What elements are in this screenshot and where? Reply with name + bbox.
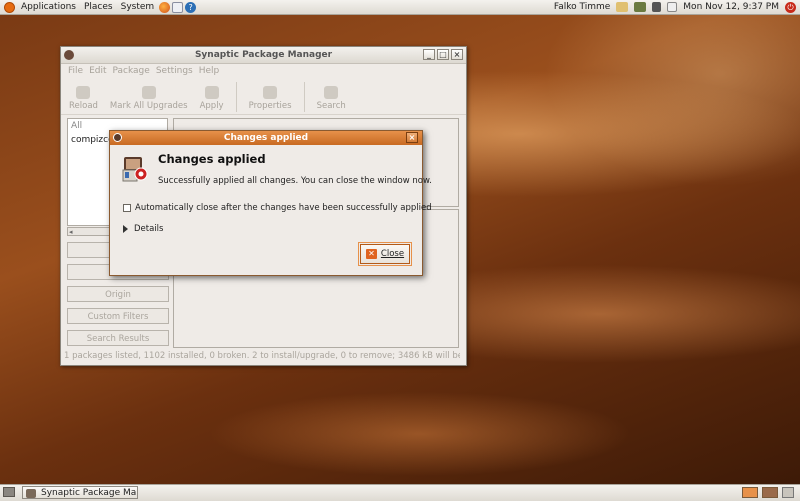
changes-applied-dialog: Changes applied × Changes applied Succes… <box>109 130 432 276</box>
dialog-title: Changes applied <box>223 133 309 143</box>
properties-icon <box>263 86 278 99</box>
mark-upgrades-icon <box>141 86 156 99</box>
mark-all-upgrades-label: Mark All Upgrades <box>109 101 188 111</box>
synaptic-app-icon[interactable] <box>64 50 74 60</box>
toolbar-separator <box>235 82 237 112</box>
minimize-button[interactable]: _ <box>423 49 435 60</box>
mark-all-upgrades-button[interactable]: Mark All Upgrades <box>110 86 188 114</box>
close-window-button[interactable]: × <box>451 49 463 60</box>
reload-button[interactable]: Reload <box>69 86 98 114</box>
toolbar-separator <box>303 82 305 112</box>
search-button[interactable]: Search <box>317 86 346 114</box>
details-label[interactable]: Details <box>134 224 163 234</box>
package-icon <box>122 157 148 182</box>
mail-tray-icon[interactable] <box>667 2 678 12</box>
close-button[interactable]: ✕ Close <box>358 242 412 266</box>
workspace-1[interactable] <box>742 487 758 498</box>
search-label: Search <box>316 101 346 111</box>
clock[interactable]: Mon Nov 12, 9:37 PM <box>683 2 779 12</box>
dialog-titlebar[interactable]: Changes applied × <box>110 131 422 145</box>
properties-label: Properties <box>248 101 292 111</box>
apply-label: Apply <box>199 101 224 111</box>
show-desktop-icon[interactable] <box>3 487 15 497</box>
menu-file[interactable]: File <box>65 64 86 78</box>
synaptic-titlebar[interactable]: Synaptic Package Manager _ □ × <box>61 47 466 64</box>
taskbar-label: Synaptic Package Ma... <box>41 488 138 498</box>
reload-icon <box>76 86 91 99</box>
properties-button[interactable]: Properties <box>249 86 292 114</box>
ubuntu-logo-icon[interactable] <box>4 1 15 13</box>
auto-close-checkbox[interactable] <box>123 204 131 212</box>
synaptic-toolbar: Reload Mark All Upgrades Apply Propertie… <box>61 78 466 115</box>
auto-close-label[interactable]: Automatically close after the changes ha… <box>135 203 432 213</box>
maximize-button[interactable]: □ <box>437 49 449 60</box>
synaptic-task-icon <box>26 489 36 498</box>
expander-arrow-icon[interactable] <box>123 225 128 233</box>
status-bar: 1 packages listed, 1102 installed, 0 bro… <box>64 351 460 361</box>
details-expander[interactable]: Details <box>123 224 163 234</box>
origin-button[interactable]: Origin <box>67 286 169 302</box>
apply-icon <box>204 86 219 99</box>
top-panel: Applications Places System ? Falko Timme… <box>0 0 800 15</box>
menu-applications[interactable]: Applications <box>17 2 80 12</box>
workspace-2[interactable] <box>762 487 778 498</box>
search-results-button[interactable]: Search Results <box>67 330 169 346</box>
reload-label: Reload <box>69 101 98 111</box>
menu-system[interactable]: System <box>117 2 159 12</box>
scroll-left-icon[interactable]: ◂ <box>69 228 73 236</box>
dialog-close-icon[interactable]: × <box>406 132 418 143</box>
menu-help[interactable]: Help <box>196 64 223 78</box>
weather-icon[interactable] <box>616 2 629 12</box>
power-icon[interactable]: ⏻ <box>785 1 796 13</box>
help-icon[interactable]: ? <box>185 1 197 13</box>
auto-close-option[interactable]: Automatically close after the changes ha… <box>123 203 432 213</box>
synaptic-menubar: File Edit Package Settings Help <box>61 64 466 78</box>
search-icon <box>324 86 339 99</box>
dialog-message: Successfully applied all changes. You ca… <box>158 176 432 186</box>
apply-button[interactable]: Apply <box>200 86 224 114</box>
menu-places[interactable]: Places <box>80 2 117 12</box>
dialog-heading: Changes applied <box>158 152 266 166</box>
menu-settings[interactable]: Settings <box>153 64 196 78</box>
taskbar-synaptic-button[interactable]: Synaptic Package Ma... <box>22 486 138 499</box>
menu-edit[interactable]: Edit <box>86 64 109 78</box>
synaptic-title: Synaptic Package Manager <box>194 50 333 60</box>
user-name[interactable]: Falko Timme <box>554 2 610 12</box>
mail-icon[interactable] <box>172 1 184 13</box>
bottom-panel: Synaptic Package Ma... <box>0 484 800 501</box>
firefox-icon[interactable] <box>159 1 171 13</box>
custom-filters-button[interactable]: Custom Filters <box>67 308 169 324</box>
update-notifier-icon[interactable] <box>634 2 647 12</box>
trash-icon[interactable] <box>782 487 794 498</box>
close-button-label: Close <box>380 249 405 259</box>
network-icon[interactable] <box>652 2 662 12</box>
menu-package[interactable]: Package <box>110 64 153 78</box>
dialog-app-icon <box>113 133 122 142</box>
close-icon: ✕ <box>365 249 377 259</box>
